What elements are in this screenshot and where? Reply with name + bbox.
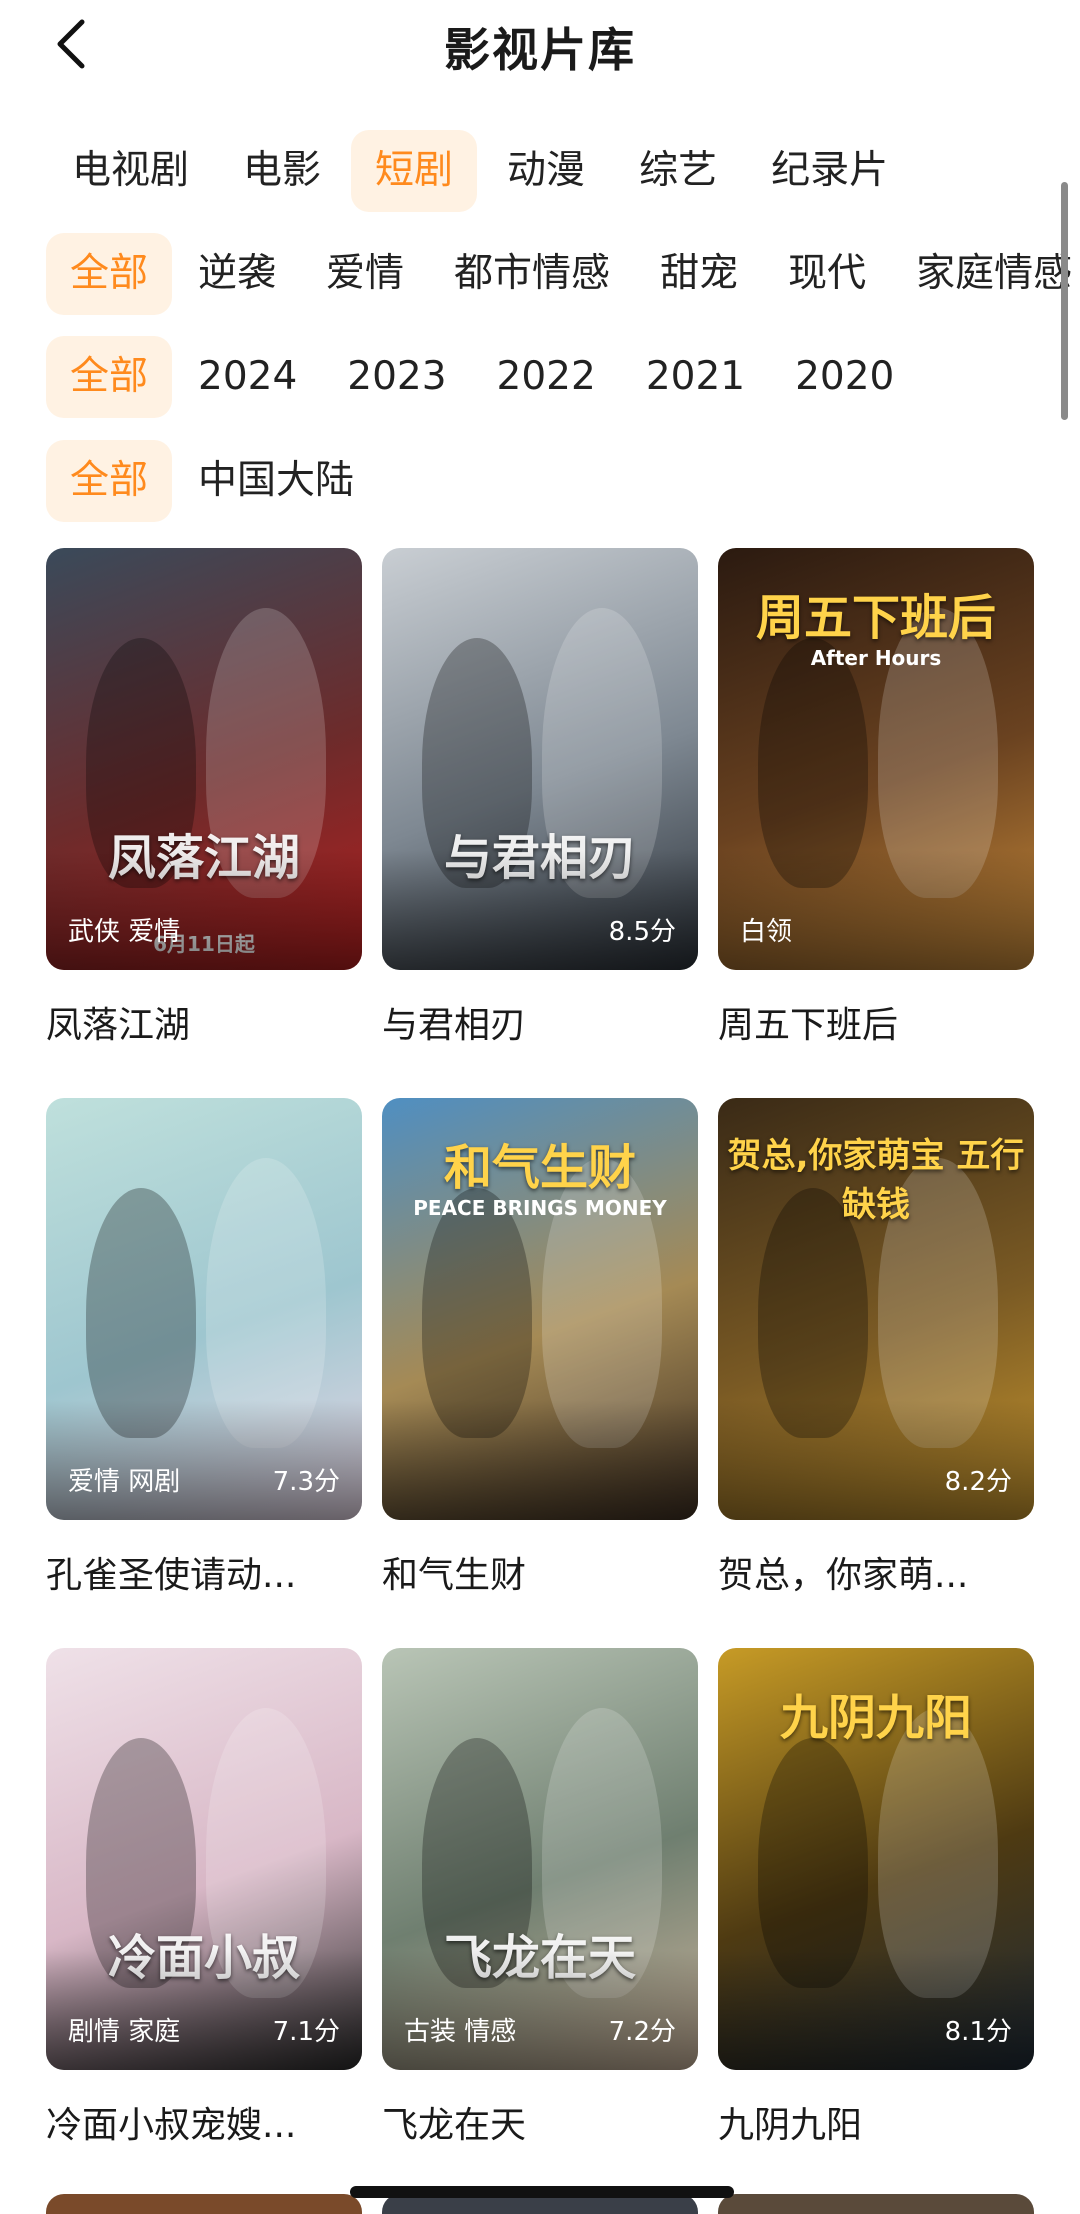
media-card[interactable]: 飞龙在天古装 情感7.2分飞龙在天 <box>382 1648 698 2148</box>
type-chip-variety[interactable]: 综艺 <box>615 130 741 212</box>
media-title[interactable]: 凤落江湖 <box>46 996 362 1048</box>
poster-image[interactable]: 九阴九阳 8.1分 <box>718 1648 1034 2070</box>
poster-shade <box>718 850 1034 970</box>
genre-tags: 古装 情感 <box>404 2017 517 2047</box>
poster-shade <box>382 850 698 970</box>
rating-score: 7.2分 <box>608 2017 676 2047</box>
poster-shade <box>46 1950 362 2070</box>
media-card[interactable]: 九阴九阳 8.1分 九阴九阳 <box>718 1648 1034 2148</box>
poster-image[interactable]: 冷面小叔剧情 家庭7.1分 <box>46 1648 362 2070</box>
media-card[interactable]: 和气生财 PEACE BRINGS MONEY 和气生财 <box>382 1098 698 1598</box>
rating-score: 7.1分 <box>272 2017 340 2047</box>
year-chip-all[interactable]: 全部 <box>46 336 173 418</box>
media-title[interactable]: 飞龙在天 <box>382 2096 698 2148</box>
poster-image[interactable]: 和气生财 PEACE BRINGS MONEY <box>382 1098 698 1520</box>
poster-shade <box>718 1400 1034 1520</box>
type-chip-anime[interactable]: 动漫 <box>483 130 609 212</box>
genre-tags: 剧情 家庭 <box>68 2017 181 2047</box>
type-chip-movie[interactable]: 电影 <box>219 130 345 212</box>
year-chip-2022[interactable]: 2022 <box>473 336 620 418</box>
media-title[interactable]: 冷面小叔宠嫂... <box>46 2096 362 2148</box>
genre-tags: 白领 <box>740 917 793 947</box>
poster-shade <box>718 1950 1034 2070</box>
genre-filter-row: 全部 逆袭 爱情 都市情感 甜宠 现代 家庭情感 <box>46 233 1080 315</box>
poster-title-art: 和气生财 <box>443 1140 636 1196</box>
poster-shade <box>46 850 362 970</box>
poster-image[interactable]: 与君相刃8.5分 <box>382 548 698 970</box>
page-title: 影视片库 <box>444 23 636 77</box>
region-chip-all[interactable]: 全部 <box>46 440 173 522</box>
poster-shade <box>382 1400 698 1520</box>
poster-shade <box>382 1950 698 2070</box>
poster-subtitle-art: After Hours <box>810 646 942 670</box>
genre-chip-romance[interactable]: 爱情 <box>302 233 428 315</box>
poster-image[interactable]: 贺总,你家萌宝 五行缺钱 8.2分 <box>718 1098 1034 1520</box>
region-chip-mainland[interactable]: 中国大陆 <box>174 440 378 522</box>
media-card[interactable]: 冷面小叔剧情 家庭7.1分冷面小叔宠嫂... <box>46 1648 362 2148</box>
genre-chip-family[interactable]: 家庭情感 <box>892 233 1080 315</box>
media-card[interactable]: 与君相刃8.5分与君相刃 <box>382 548 698 1048</box>
media-card[interactable]: 贺总,你家萌宝 五行缺钱 8.2分贺总，你家萌... <box>718 1098 1034 1598</box>
filter-scrollbar[interactable] <box>1061 182 1068 420</box>
region-filter-row: 全部 中国大陆 <box>46 440 380 522</box>
type-chip-short-drama[interactable]: 短剧 <box>351 130 478 212</box>
rating-score: 7.3分 <box>272 1467 340 1497</box>
year-chip-2021[interactable]: 2021 <box>622 336 769 418</box>
poster-title-art: 贺总,你家萌宝 五行缺钱 <box>727 1136 1025 1225</box>
poster-image[interactable]: 周五下班后 After Hours 白领 <box>718 548 1034 970</box>
media-card[interactable]: 周五下班后 After Hours 白领 周五下班后 <box>718 548 1034 1048</box>
media-title[interactable]: 孔雀圣使请动... <box>46 1546 362 1598</box>
genre-chip-all[interactable]: 全部 <box>46 233 173 315</box>
year-filter-row: 全部 2024 2023 2022 2021 2020 <box>46 336 920 418</box>
year-chip-2024[interactable]: 2024 <box>174 336 321 418</box>
genre-chip-comeback[interactable]: 逆袭 <box>174 233 300 315</box>
year-chip-2020[interactable]: 2020 <box>771 336 918 418</box>
genre-chip-urban[interactable]: 都市情感 <box>430 233 634 315</box>
poster-image[interactable]: 凤落江湖6月11日起武侠 爱情 <box>46 548 362 970</box>
type-chip-tv[interactable]: 电视剧 <box>48 130 213 212</box>
top-bar: 影视片库 <box>0 0 1080 90</box>
genre-chip-sweet[interactable]: 甜宠 <box>636 233 762 315</box>
media-title[interactable]: 和气生财 <box>382 1546 698 1598</box>
poster-title-art: 九阴九阳 <box>779 1690 972 1746</box>
media-card[interactable]: 爱情 网剧 7.3分孔雀圣使请动... <box>46 1098 362 1598</box>
media-title[interactable]: 周五下班后 <box>718 996 1034 1048</box>
poster-title-art: 周五下班后 <box>755 590 996 646</box>
rating-score: 8.2分 <box>944 1467 1012 1497</box>
poster-subtitle-art: PEACE BRINGS MONEY <box>413 1196 667 1220</box>
media-card[interactable]: 凤落江湖6月11日起武侠 爱情凤落江湖 <box>46 548 362 1048</box>
type-chip-documentary[interactable]: 纪录片 <box>747 130 912 212</box>
genre-tags: 爱情 网剧 <box>68 1467 181 1497</box>
media-title[interactable]: 贺总，你家萌... <box>718 1546 1034 1598</box>
media-title[interactable]: 与君相刃 <box>382 996 698 1048</box>
rating-score: 8.5分 <box>608 917 676 947</box>
poster-image[interactable]: 爱情 网剧 7.3分 <box>46 1098 362 1520</box>
type-filter-row: 电视剧 电影 短剧 动漫 综艺 纪录片 <box>48 130 918 212</box>
year-chip-2023[interactable]: 2023 <box>323 336 470 418</box>
genre-chip-modern[interactable]: 现代 <box>764 233 890 315</box>
home-indicator <box>350 2186 734 2198</box>
rating-score: 8.1分 <box>944 2017 1012 2047</box>
media-title[interactable]: 九阴九阳 <box>718 2096 1034 2148</box>
poster-shade <box>46 1400 362 1520</box>
genre-tags: 武侠 爱情 <box>68 917 181 947</box>
poster-image[interactable]: 飞龙在天古装 情感7.2分 <box>382 1648 698 2070</box>
